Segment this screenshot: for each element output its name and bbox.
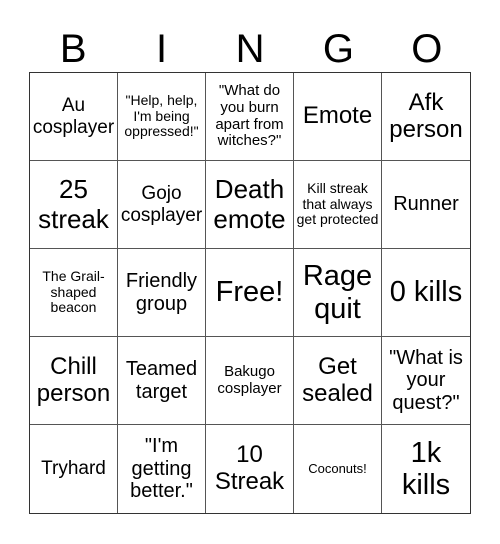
bingo-cell-free[interactable]: Free! (206, 249, 294, 337)
bingo-cell[interactable]: Coconuts! (294, 425, 382, 513)
bingo-cell[interactable]: "I'm getting better." (118, 425, 206, 513)
bingo-cell[interactable]: 1k kills (382, 425, 470, 513)
bingo-cell[interactable]: Teamed target (118, 337, 206, 425)
bingo-cell[interactable]: Bakugo cosplayer (206, 337, 294, 425)
bingo-cell[interactable]: "Help, help, I'm being oppressed!" (118, 73, 206, 161)
bingo-cell[interactable]: Tryhard (30, 425, 118, 513)
header-letter-n: N (235, 27, 265, 71)
bingo-cell[interactable]: Runner (382, 161, 470, 249)
bingo-cell[interactable]: Get sealed (294, 337, 382, 425)
bingo-header: B I N G O (29, 26, 471, 72)
header-letter-g: G (322, 27, 354, 71)
bingo-cell[interactable]: 0 kills (382, 249, 470, 337)
bingo-cell[interactable]: Au cosplayer (30, 73, 118, 161)
bingo-cell[interactable]: Gojo cosplayer (118, 161, 206, 249)
header-letter-i: I (156, 27, 168, 71)
bingo-cell[interactable]: Rage quit (294, 249, 382, 337)
header-letter-b: B (59, 27, 87, 71)
bingo-cell[interactable]: 10 Streak (206, 425, 294, 513)
bingo-cell[interactable]: Death emote (206, 161, 294, 249)
bingo-cell[interactable]: Afk person (382, 73, 470, 161)
bingo-cell[interactable]: The Grail-shaped beacon (30, 249, 118, 337)
bingo-card: Au cosplayer "Help, help, I'm being oppr… (29, 72, 471, 514)
header-letter-o: O (411, 27, 443, 71)
bingo-cell[interactable]: 25 streak (30, 161, 118, 249)
bingo-cell[interactable]: Emote (294, 73, 382, 161)
bingo-cell[interactable]: "What is your quest?" (382, 337, 470, 425)
bingo-cell[interactable]: Chill person (30, 337, 118, 425)
bingo-cell[interactable]: "What do you burn apart from witches?" (206, 73, 294, 161)
bingo-cell[interactable]: Friendly group (118, 249, 206, 337)
bingo-cell[interactable]: Kill streak that always get protected (294, 161, 382, 249)
